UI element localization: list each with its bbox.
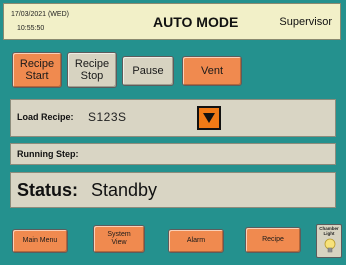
- mode-title: AUTO MODE: [153, 14, 239, 30]
- triangle-down-icon: [203, 113, 215, 123]
- load-recipe-value[interactable]: S123S: [88, 110, 127, 124]
- recipe-start-label-line1: Recipe: [19, 58, 55, 70]
- recipe-stop-label-line1: Recipe: [74, 58, 110, 70]
- main-menu-button[interactable]: Main Menu: [12, 229, 68, 253]
- recipe-start-label-line2: Start: [25, 70, 49, 82]
- recipe-start-button[interactable]: Recipe Start: [12, 52, 62, 88]
- alarm-label: Alarm: [186, 237, 206, 244]
- status-label: Status:: [17, 180, 79, 200]
- pause-label: Pause: [132, 65, 164, 77]
- time-display: 10:55:50: [17, 25, 45, 32]
- recipe-stop-button[interactable]: Recipe Stop: [67, 52, 117, 88]
- right-edge: [346, 0, 350, 265]
- system-view-label-line1: System: [107, 231, 131, 238]
- recipe-dropdown-button[interactable]: [197, 106, 221, 130]
- header-bar: 17/03/2021 (WED) 10:55:50 AUTO MODE Supe…: [3, 3, 341, 40]
- running-step-panel: Running Step:: [10, 143, 336, 165]
- vent-button[interactable]: Vent: [182, 56, 242, 86]
- light-bulb-icon: [324, 238, 336, 253]
- status-panel: Status: Standby: [10, 172, 336, 208]
- chamber-light-button[interactable]: Chamber Light: [316, 224, 342, 258]
- recipe-button[interactable]: Recipe: [245, 227, 301, 253]
- recipe-label: Recipe: [262, 236, 284, 243]
- system-view-label-line2: View: [111, 239, 127, 246]
- main-menu-label: Main Menu: [22, 237, 58, 244]
- status-value: Standby: [91, 180, 158, 200]
- recipe-stop-label-line2: Stop: [80, 70, 104, 82]
- chamber-light-label: Chamber Light: [317, 226, 341, 236]
- date-display: 17/03/2021 (WED): [11, 11, 69, 18]
- user-level: Supervisor: [279, 16, 332, 28]
- vent-label: Vent: [200, 65, 224, 77]
- load-recipe-label: Load Recipe:: [17, 112, 74, 122]
- pause-button[interactable]: Pause: [122, 56, 174, 86]
- system-view-button[interactable]: System View: [93, 225, 145, 253]
- running-step-label: Running Step:: [17, 149, 79, 159]
- load-recipe-panel: Load Recipe: S123S: [10, 99, 336, 137]
- chamber-light-label-line2: Light: [323, 231, 335, 236]
- hmi-screen: 17/03/2021 (WED) 10:55:50 AUTO MODE Supe…: [0, 0, 346, 265]
- alarm-button[interactable]: Alarm: [168, 229, 224, 253]
